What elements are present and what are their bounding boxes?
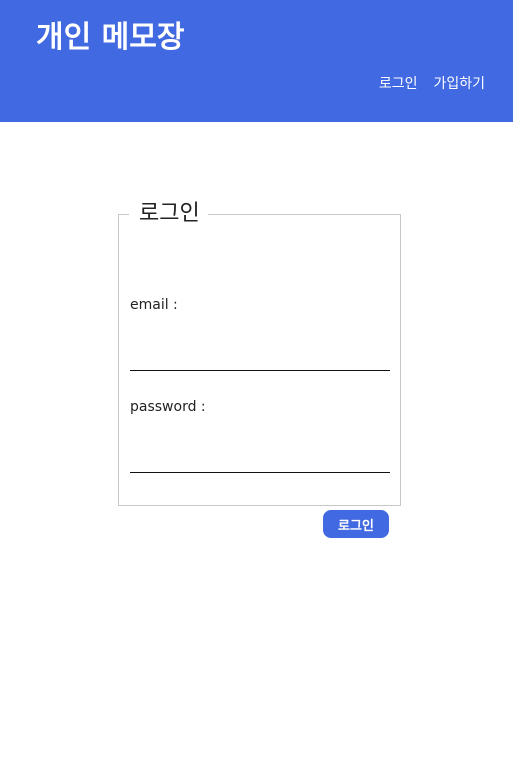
email-label: email : — [130, 297, 178, 313]
nav-signup-link[interactable]: 가입하기 — [433, 74, 485, 94]
password-label: password : — [130, 399, 206, 415]
app-header: 개인 메모장 로그인 가입하기 — [0, 0, 513, 122]
app-title: 개인 메모장 — [36, 20, 185, 55]
nav-login-link[interactable]: 로그인 — [379, 74, 418, 94]
email-input[interactable] — [130, 343, 390, 371]
login-form: 로그인 email : password : 로그인 — [118, 200, 401, 538]
top-nav: 로그인 가입하기 — [379, 74, 485, 94]
password-input[interactable] — [130, 445, 390, 473]
login-form-title: 로그인 — [139, 201, 200, 226]
login-button[interactable]: 로그인 — [323, 510, 389, 538]
